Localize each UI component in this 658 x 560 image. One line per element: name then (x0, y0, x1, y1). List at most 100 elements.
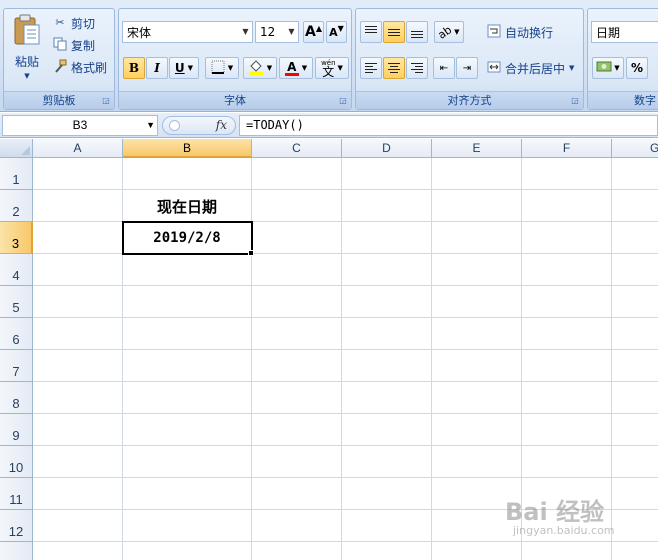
middle-align-button[interactable] (383, 21, 405, 43)
row-header-8[interactable]: 8 (0, 382, 33, 414)
font-group: 宋体 ▼ 12 ▼ A ▲ A ▼ B I U ▼ ▼ ▼ A ▼ wén 文 … (118, 8, 352, 110)
paste-button[interactable]: 粘贴 ▼ (10, 13, 44, 83)
phonetic-icon: wén 文 (321, 59, 336, 79)
wrap-text-button[interactable]: 自动换行 (486, 21, 553, 43)
formula-bar-expand-knob[interactable] (169, 120, 180, 131)
fill-handle[interactable] (248, 250, 254, 256)
alignment-group-label: 对齐方式 (356, 91, 583, 109)
font-group-label: 字体 (119, 91, 351, 109)
column-header-c[interactable]: C (252, 139, 342, 158)
chevron-down-icon: ▼ (301, 64, 308, 72)
bold-button[interactable]: B (123, 57, 145, 79)
chevron-down-icon: ▼ (288, 27, 295, 36)
chevron-down-icon: ▼ (24, 72, 30, 80)
name-box-value: B3 (72, 118, 88, 132)
decrease-indent-button[interactable]: ⇤ (433, 57, 455, 79)
dialog-launcher-icon[interactable]: ◲ (570, 96, 580, 106)
format-painter-button[interactable]: 格式刷 (52, 56, 107, 78)
column-header-g[interactable]: G (612, 139, 658, 158)
phonetic-button[interactable]: wén 文 ▼ (315, 57, 349, 79)
dialog-launcher-icon[interactable]: ◲ (101, 96, 111, 106)
top-align-icon (365, 26, 377, 33)
fill-color-button[interactable]: ▼ (243, 57, 277, 79)
chevron-down-icon: ▼ (266, 64, 273, 72)
row-header-9[interactable]: 9 (0, 414, 33, 446)
cut-button[interactable]: ✂ 剪切 (52, 12, 95, 34)
cell-b2[interactable]: 现在日期 (123, 196, 251, 217)
percent-icon: % (630, 61, 644, 75)
align-center-button[interactable] (383, 57, 405, 79)
font-name-select[interactable]: 宋体 ▼ (122, 21, 253, 43)
paste-icon (14, 14, 40, 45)
watermark-url: jingyan.baidu.com (513, 524, 615, 537)
align-left-button[interactable] (360, 57, 382, 79)
function-icon: fx (215, 118, 227, 132)
name-box[interactable]: B3 ▼ (2, 115, 158, 136)
number-group-label: 数字 (588, 91, 658, 109)
copy-icon (52, 37, 68, 53)
increase-indent-button[interactable]: ⇥ (456, 57, 478, 79)
shrink-font-button[interactable]: A ▼ (326, 21, 347, 43)
ribbon: 粘贴 ▼ ✂ 剪切 复制 格式刷 剪贴板 ◲ 宋体 ▼ 12 ▼ A ▲ A ▼… (0, 0, 658, 112)
row-header-4[interactable]: 4 (0, 254, 33, 286)
orientation-button[interactable]: ab ▼ (434, 21, 464, 43)
number-format-value: 日期 (596, 25, 621, 40)
column-header-a[interactable]: A (33, 139, 123, 158)
row-header-1[interactable]: 1 (0, 158, 33, 190)
column-header-f[interactable]: F (522, 139, 612, 158)
row-header-3[interactable]: 3 (0, 222, 33, 254)
bottom-align-icon (411, 31, 423, 38)
chevron-down-icon: ▼ (227, 64, 234, 72)
chevron-down-icon: ▼ (454, 28, 460, 36)
row-header-5[interactable]: 5 (0, 286, 33, 318)
align-left-icon (365, 63, 377, 73)
align-right-button[interactable] (406, 57, 428, 79)
grow-font-button[interactable]: A ▲ (303, 21, 324, 43)
scissors-icon: ✂ (55, 16, 65, 29)
underline-icon: U (174, 61, 185, 75)
row-header-6[interactable]: 6 (0, 318, 33, 350)
font-size-value: 12 (260, 25, 276, 39)
grow-font-icon: A (305, 24, 316, 40)
row-header-7[interactable]: 7 (0, 350, 33, 382)
number-format-select[interactable]: 日期 (591, 21, 658, 43)
paste-label: 粘贴 (14, 55, 39, 69)
align-right-icon (411, 63, 423, 73)
dialog-launcher-icon[interactable]: ◲ (338, 96, 348, 106)
formula-input[interactable]: =TODAY() (239, 115, 658, 136)
accounting-format-button[interactable]: ▼ (592, 57, 624, 79)
row-header-11[interactable]: 11 (0, 478, 33, 510)
currency-icon (596, 60, 612, 77)
clipboard-group-label: 剪贴板 (4, 91, 114, 109)
font-color-button[interactable]: A ▼ (279, 57, 313, 79)
row-header-13[interactable] (0, 542, 33, 560)
copy-button[interactable]: 复制 (52, 34, 95, 56)
chevron-down-icon: ▼ (569, 64, 575, 72)
font-size-select[interactable]: 12 ▼ (255, 21, 299, 43)
row-header-2[interactable]: 2 (0, 190, 33, 222)
row-header-12[interactable]: 12 (0, 510, 33, 542)
increase-indent-icon: ⇥ (462, 62, 472, 74)
column-header-d[interactable]: D (342, 139, 432, 158)
chevron-down-icon[interactable]: ▼ (146, 116, 155, 135)
borders-button[interactable]: ▼ (205, 57, 239, 79)
top-align-button[interactable] (360, 21, 382, 43)
shrink-font-icon: A (329, 25, 338, 39)
align-center-icon (388, 63, 400, 73)
row-header-10[interactable]: 10 (0, 446, 33, 478)
paintbrush-icon (52, 59, 68, 75)
select-all-button[interactable] (0, 139, 33, 158)
chevron-down-icon: ▼ (614, 64, 620, 72)
bottom-align-button[interactable] (406, 21, 428, 43)
font-color-icon: A (284, 61, 299, 76)
italic-icon: I (154, 61, 160, 75)
clipboard-group: 粘贴 ▼ ✂ 剪切 复制 格式刷 剪贴板 ◲ (3, 8, 115, 110)
watermark: Bai 经验 jingyan.baidu.com (505, 492, 615, 537)
column-header-b[interactable]: B (123, 139, 252, 158)
italic-button[interactable]: I (146, 57, 168, 79)
percent-style-button[interactable]: % (626, 57, 648, 79)
column-header-e[interactable]: E (432, 139, 522, 158)
underline-button[interactable]: U ▼ (169, 57, 199, 79)
merge-center-button[interactable]: 合并后居中 ▼ (486, 57, 574, 79)
insert-function-button[interactable]: fx (162, 116, 236, 135)
